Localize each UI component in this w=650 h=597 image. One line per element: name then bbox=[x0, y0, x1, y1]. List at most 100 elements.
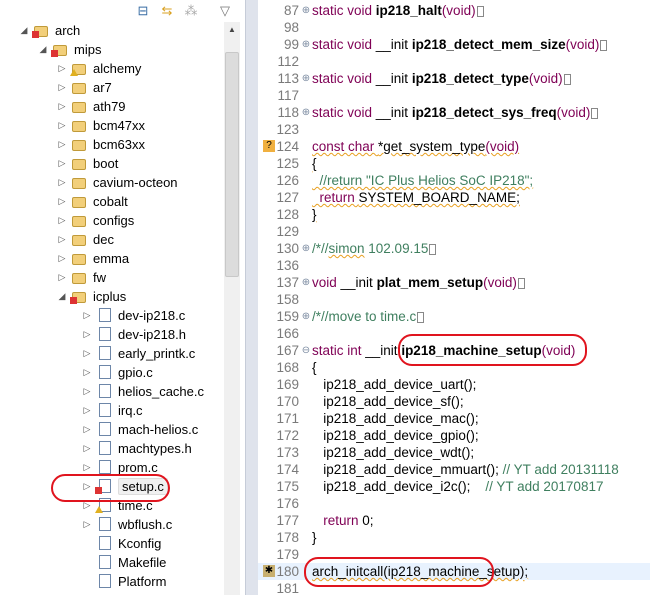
folded-code-icon[interactable] bbox=[517, 277, 525, 289]
collapse-fold-icon[interactable]: ⊖ bbox=[300, 345, 312, 356]
code-line[interactable]: 169 ip218_add_device_uart(); bbox=[258, 376, 650, 393]
scroll-up-icon[interactable]: ▲ bbox=[228, 25, 236, 34]
collapsed-arrow-icon[interactable]: ▷ bbox=[56, 139, 68, 150]
folded-code-icon[interactable] bbox=[563, 73, 571, 85]
tree-item-configs[interactable]: ▷ configs bbox=[56, 211, 135, 230]
collapsed-arrow-icon[interactable]: ▷ bbox=[56, 215, 68, 226]
collapsed-arrow-icon[interactable]: ▷ bbox=[81, 310, 93, 321]
tree-scrollbar[interactable]: ▲ bbox=[224, 22, 240, 595]
code-line[interactable]: 173 ip218_add_device_wdt(); bbox=[258, 444, 650, 461]
collapsed-arrow-icon[interactable]: ▷ bbox=[81, 348, 93, 359]
code-line[interactable]: 128} bbox=[258, 206, 650, 223]
code-editor[interactable]: 87 ⊕ static void ip218_halt(void) 98 99 ⊕ stat… bbox=[258, 0, 650, 596]
collapsed-arrow-icon[interactable]: ▷ bbox=[56, 63, 68, 74]
tree-item-mips[interactable]: ◢ mips bbox=[37, 40, 101, 59]
link-with-editor-icon[interactable]: ⇆ bbox=[159, 3, 175, 19]
collapsed-arrow-icon[interactable]: ▷ bbox=[56, 177, 68, 188]
code-line[interactable]: 99 ⊕ static void __init ip218_detect_mem_s… bbox=[258, 36, 650, 53]
code-line[interactable]: 178} bbox=[258, 529, 650, 546]
problem-marker-icon[interactable]: ? bbox=[263, 140, 275, 152]
tree-item-dev-ip218-h[interactable]: ▷ dev-ip218.h bbox=[81, 325, 186, 344]
code-line[interactable]: 130 ⊕/*//simon 102.09.15 bbox=[258, 240, 650, 257]
code-line[interactable]: 127 return SYSTEM_BOARD_NAME; bbox=[258, 189, 650, 206]
tree-item-bcm47xx[interactable]: ▷ bcm47xx bbox=[56, 116, 146, 135]
view-menu-icon[interactable]: ▽ bbox=[217, 3, 233, 19]
tree-item-ar7[interactable]: ▷ ar7 bbox=[56, 78, 112, 97]
collapsed-arrow-icon[interactable]: ▷ bbox=[56, 272, 68, 283]
collapsed-arrow-icon[interactable]: ▷ bbox=[56, 253, 68, 264]
folded-code-icon[interactable] bbox=[429, 243, 437, 255]
tree-item-emma[interactable]: ▷ emma bbox=[56, 249, 130, 268]
collapsed-arrow-icon[interactable]: ▷ bbox=[81, 462, 93, 473]
expand-fold-icon[interactable]: ⊕ bbox=[300, 107, 312, 118]
code-line[interactable]: ? 124 const char *get_system_type(void) bbox=[258, 138, 650, 155]
code-line[interactable]: 176 bbox=[258, 495, 650, 512]
folded-code-icon[interactable] bbox=[600, 39, 608, 51]
collapsed-arrow-icon[interactable]: ▷ bbox=[81, 367, 93, 378]
tree-item-dev-ip218-c[interactable]: ▷ dev-ip218.c bbox=[81, 306, 185, 325]
tree-item-platform[interactable]: Platform bbox=[81, 572, 166, 591]
tree-item-makefile[interactable]: Makefile bbox=[81, 553, 166, 572]
collapsed-arrow-icon[interactable]: ▷ bbox=[81, 405, 93, 416]
tree-item-irq-c[interactable]: ▷ irq.c bbox=[81, 401, 143, 420]
tree-item-arch[interactable]: ◢ arch bbox=[18, 21, 80, 40]
code-line[interactable]: 137 ⊕ void __init plat_mem_setup(void) bbox=[258, 274, 650, 291]
tree-item-ath79[interactable]: ▷ ath79 bbox=[56, 97, 126, 116]
code-line[interactable]: 172 ip218_add_device_gpio(); bbox=[258, 427, 650, 444]
code-line[interactable]: 177 return 0; bbox=[258, 512, 650, 529]
expanded-arrow-icon[interactable]: ◢ bbox=[56, 291, 68, 302]
expand-fold-icon[interactable]: ⊕ bbox=[300, 5, 312, 16]
tree-item-cobalt[interactable]: ▷ cobalt bbox=[56, 192, 128, 211]
tree-item-kconfig[interactable]: Kconfig bbox=[81, 534, 161, 553]
collapsed-arrow-icon[interactable]: ▷ bbox=[56, 196, 68, 207]
folded-code-icon[interactable] bbox=[591, 107, 599, 119]
collapsed-arrow-icon[interactable]: ▷ bbox=[81, 329, 93, 340]
tree-item-helios-cache-c[interactable]: ▷ helios_cache.c bbox=[81, 382, 204, 401]
tree-item-gpio-c[interactable]: ▷ gpio.c bbox=[81, 363, 153, 382]
tree-item-mach-helios-c[interactable]: ▷ mach-helios.c bbox=[81, 420, 198, 439]
code-line[interactable]: 158 bbox=[258, 291, 650, 308]
collapsed-arrow-icon[interactable]: ▷ bbox=[56, 101, 68, 112]
expand-fold-icon[interactable]: ⊕ bbox=[300, 243, 312, 254]
code-line[interactable]: 113 ⊕ static void __init ip218_detect_type… bbox=[258, 70, 650, 87]
code-line[interactable]: 159 ⊕/*//move to time.c bbox=[258, 308, 650, 325]
code-line[interactable]: 170 ip218_add_device_sf(); bbox=[258, 393, 650, 410]
collapsed-arrow-icon[interactable]: ▷ bbox=[56, 82, 68, 93]
collapsed-arrow-icon[interactable]: ▷ bbox=[56, 234, 68, 245]
bug-marker-icon[interactable]: ✱ bbox=[263, 565, 275, 577]
folded-code-icon[interactable] bbox=[476, 5, 484, 17]
folded-code-icon[interactable] bbox=[417, 311, 425, 323]
code-line[interactable]: 171 ip218_add_device_mac(); bbox=[258, 410, 650, 427]
collapsed-arrow-icon[interactable]: ▷ bbox=[81, 424, 93, 435]
expanded-arrow-icon[interactable]: ◢ bbox=[18, 25, 30, 36]
code-line[interactable]: 126 //return "IC Plus Helios SoC IP218"; bbox=[258, 172, 650, 189]
tree-item-bcm63xx[interactable]: ▷ bcm63xx bbox=[56, 135, 146, 154]
tree-item-wbflush-c[interactable]: ▷ wbflush.c bbox=[81, 515, 172, 534]
collapsed-arrow-icon[interactable]: ▷ bbox=[56, 158, 68, 169]
expand-fold-icon[interactable]: ⊕ bbox=[300, 311, 312, 322]
expand-fold-icon[interactable]: ⊕ bbox=[300, 73, 312, 84]
expand-fold-icon[interactable]: ⊕ bbox=[300, 39, 312, 50]
filter-icon[interactable]: ⁂ bbox=[183, 3, 199, 19]
code-line[interactable]: 136 bbox=[258, 257, 650, 274]
collapsed-arrow-icon[interactable]: ▷ bbox=[56, 120, 68, 131]
code-line[interactable]: 175 ip218_add_device_i2c(); // YT add 20… bbox=[258, 478, 650, 495]
tree-item-early-printk-c[interactable]: ▷ early_printk.c bbox=[81, 344, 195, 363]
panel-divider[interactable] bbox=[245, 0, 258, 595]
expand-fold-icon[interactable]: ⊕ bbox=[300, 277, 312, 288]
collapsed-arrow-icon[interactable]: ▷ bbox=[81, 443, 93, 454]
code-line[interactable]: 125 { bbox=[258, 155, 650, 172]
code-line[interactable]: 123 bbox=[258, 121, 650, 138]
tree-item-alchemy[interactable]: ▷ alchemy bbox=[56, 59, 141, 78]
code-line[interactable]: 87 ⊕ static void ip218_halt(void) bbox=[258, 2, 650, 19]
tree-item-fw[interactable]: ▷ fw bbox=[56, 268, 106, 287]
code-line[interactable]: 174 ip218_add_device_mmuart(); // YT add… bbox=[258, 461, 650, 478]
collapsed-arrow-icon[interactable]: ▷ bbox=[81, 386, 93, 397]
code-line[interactable]: 98 bbox=[258, 19, 650, 36]
tree-item-dec[interactable]: ▷ dec bbox=[56, 230, 114, 249]
code-line[interactable]: 118 ⊕ static void __init ip218_detect_sys_… bbox=[258, 104, 650, 121]
collapsed-arrow-icon[interactable]: ▷ bbox=[81, 519, 93, 530]
scrollbar-thumb[interactable] bbox=[225, 52, 239, 277]
code-line[interactable]: 129 bbox=[258, 223, 650, 240]
tree-item-cavium-octeon[interactable]: ▷ cavium-octeon bbox=[56, 173, 178, 192]
